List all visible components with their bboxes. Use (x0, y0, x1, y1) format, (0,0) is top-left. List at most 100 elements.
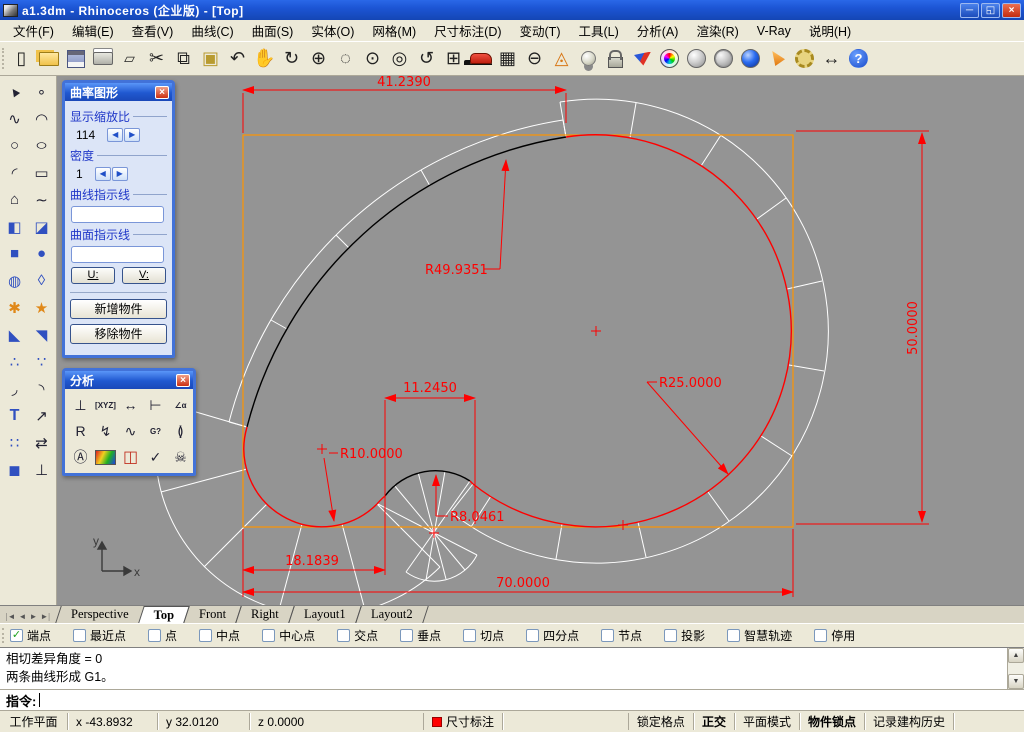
surface-analysis-icon[interactable] (93, 444, 118, 470)
osnap-toggle[interactable]: 最近点 (73, 627, 126, 644)
osnap-checkbox[interactable] (664, 629, 678, 642)
restore-button[interactable]: ◱ (981, 2, 1000, 18)
continuity-icon[interactable]: G? (143, 418, 168, 444)
undo-view-icon[interactable]: ↺ (413, 45, 440, 72)
zoom-icon[interactable]: ⊕ (305, 45, 332, 72)
osnap-checkbox[interactable] (463, 629, 477, 642)
point-eval-icon[interactable]: ⊥ (68, 392, 93, 418)
osnap-toggle[interactable]: 投影 (664, 627, 705, 644)
text-icon[interactable]: T (1, 402, 28, 429)
osnap-checkbox[interactable] (337, 629, 351, 642)
point-icon[interactable]: ∘ (28, 78, 55, 105)
tab-right[interactable]: Right (235, 606, 295, 623)
cube-icon[interactable]: ◼ (1, 456, 28, 483)
minimize-button[interactable]: ─ (960, 2, 979, 18)
notify-cone-icon[interactable] (764, 45, 791, 72)
osnap-toggle[interactable]: 节点 (601, 627, 642, 644)
scroll-up-icon[interactable]: ▲ (1008, 648, 1024, 663)
osnap-toggle[interactable]: 端点 (10, 627, 51, 644)
menu-edit[interactable]: 编辑(E) (63, 19, 123, 42)
ortho-toggle[interactable]: 正交 (694, 713, 735, 730)
undo-icon[interactable]: ↶ (224, 45, 251, 72)
sphere-icon[interactable]: ● (28, 240, 55, 267)
app-icon[interactable] (3, 3, 18, 17)
copy-icon[interactable]: ⧉ (170, 45, 197, 72)
zoom-window-icon[interactable]: ◌ (332, 45, 359, 72)
osnap-checkbox[interactable] (727, 629, 741, 642)
curve-hair-input[interactable] (71, 206, 165, 223)
orient-icon[interactable]: ⇄ (28, 429, 55, 456)
torus-icon[interactable]: ◍ (1, 267, 28, 294)
dimension-tool-icon[interactable]: ↔ (818, 45, 845, 72)
split-icon[interactable]: ◥ (28, 321, 55, 348)
osnap-toggle[interactable]: 垂点 (400, 627, 441, 644)
new-file-icon[interactable]: ▯ (8, 45, 35, 72)
scale-decrease-button[interactable]: ◀ (107, 128, 124, 142)
area-icon[interactable]: Ⓐ (68, 444, 93, 470)
volume-icon[interactable]: ◫ (118, 444, 143, 470)
osnap-checkbox[interactable] (400, 629, 414, 642)
menu-mesh[interactable]: 网格(M) (363, 19, 425, 42)
close-button[interactable]: × (1002, 2, 1021, 18)
osnap-toggle[interactable]: 停用 (814, 627, 855, 644)
viewport-layout-icon[interactable]: ⊞ (440, 45, 467, 72)
menu-transform[interactable]: 变动(T) (511, 19, 570, 42)
prev-tab-button[interactable]: ◄ (19, 612, 27, 621)
layer-pane[interactable]: 尺寸标注 (423, 713, 504, 730)
surface-hair-input[interactable] (71, 246, 165, 263)
box-icon[interactable]: ■ (1, 240, 28, 267)
pan-icon[interactable]: ✋ (251, 45, 278, 72)
osnap-toggle-pane[interactable]: 物件锁点 (800, 713, 865, 730)
cplane-pane[interactable]: 工作平面 (0, 713, 68, 730)
symmetry-icon[interactable]: ≬ (168, 418, 193, 444)
boolean-union-icon[interactable]: ∴ (1, 348, 28, 375)
tab-top[interactable]: Top (137, 606, 190, 623)
osnap-checkbox[interactable] (199, 629, 213, 642)
naked-edges-icon[interactable]: ☠ (168, 444, 193, 470)
zoom-selected-icon[interactable]: ◎ (386, 45, 413, 72)
osnap-toggle[interactable]: 中心点 (262, 627, 315, 644)
circle-tool-icon[interactable]: ⊖ (521, 45, 548, 72)
curvature-graph-icon[interactable]: ∿ (118, 418, 143, 444)
osnap-toggle[interactable]: 交点 (337, 627, 378, 644)
osnap-checkbox[interactable] (526, 629, 540, 642)
v-direction-button[interactable]: V: (122, 267, 166, 284)
cut-icon[interactable]: ✂ (143, 45, 170, 72)
array-icon[interactable]: ∷ (1, 429, 28, 456)
osnap-checkbox[interactable] (262, 629, 276, 642)
trim-icon[interactable]: ◣ (1, 321, 28, 348)
menu-tools[interactable]: 工具(L) (569, 19, 627, 42)
osnap-toggle[interactable]: 点 (148, 627, 177, 644)
radius-icon[interactable]: R (68, 418, 93, 444)
tab-front[interactable]: Front (183, 606, 242, 623)
tab-layout1[interactable]: Layout1 (288, 606, 362, 623)
shaded-sphere-icon[interactable] (737, 45, 764, 72)
arc-icon[interactable]: ◜ (1, 159, 28, 186)
density-increase-button[interactable]: ▶ (111, 167, 128, 181)
surface-points-icon[interactable]: ◧ (1, 213, 28, 240)
color-wheel-icon[interactable] (656, 45, 683, 72)
annotate-icon[interactable]: ▱ (116, 45, 143, 72)
render-wedge-icon[interactable] (629, 45, 656, 72)
viewport-canvas[interactable]: 41.2390 50.0000 70.0000 18.1839 11.2450 … (57, 76, 1024, 605)
tab-perspective[interactable]: Perspective (55, 606, 145, 623)
move-icon[interactable]: ↗ (28, 402, 55, 429)
analysis-panel-titlebar[interactable]: 分析 × (65, 371, 193, 389)
osnap-toggle[interactable]: 四分点 (526, 627, 579, 644)
explode-icon[interactable]: ✱ (1, 294, 28, 321)
osnap-checkbox[interactable] (73, 629, 87, 642)
menu-help[interactable]: 说明(H) (800, 19, 860, 42)
analysis-panel-close-icon[interactable]: × (176, 373, 190, 387)
length-icon[interactable]: ⊢ (143, 392, 168, 418)
extend-curve-icon[interactable]: ◝ (28, 375, 55, 402)
flash-icon[interactable]: ★ (28, 294, 55, 321)
paste-icon[interactable]: ▣ (197, 45, 224, 72)
direction-icon[interactable]: ↯ (93, 418, 118, 444)
fillet-curve-icon[interactable]: ◞ (1, 375, 28, 402)
remove-objects-button[interactable]: 移除物件 (70, 324, 167, 344)
grid-snap-toggle[interactable]: 锁定格点 (627, 713, 694, 730)
zoom-extents-icon[interactable]: ⊙ (359, 45, 386, 72)
lock-icon[interactable] (602, 45, 629, 72)
menu-view[interactable]: 查看(V) (123, 19, 183, 42)
freeform-curve-icon[interactable]: ∼ (28, 186, 55, 213)
